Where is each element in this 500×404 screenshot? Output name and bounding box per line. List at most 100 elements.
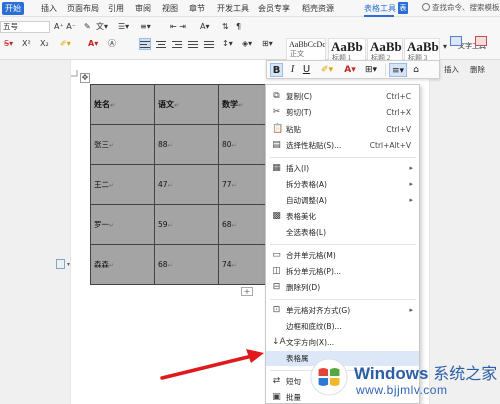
strikethrough-icon[interactable]: S̶▾ <box>4 39 13 49</box>
format-painter-icon[interactable]: ⌂ <box>410 63 422 77</box>
table-cell[interactable]: 47↵ <box>154 164 219 205</box>
delete-row-icon[interactable] <box>475 36 487 46</box>
highlight-icon[interactable]: ✐▾ <box>317 63 337 77</box>
table-cell[interactable]: 59↵ <box>154 204 219 245</box>
menu-item-merge-cells[interactable]: ▭ 合并单元格(M) <box>266 248 419 263</box>
border-icon[interactable]: ⊞▾ <box>262 39 273 49</box>
highlight-icon[interactable]: ✐▾ <box>60 39 71 49</box>
number-list-icon[interactable]: ≡▾ <box>140 22 151 32</box>
command-search[interactable]: 查找命令、搜索模板 <box>422 2 500 15</box>
menu-tab-view[interactable]: 视图 <box>162 3 178 15</box>
menu-tab-insert[interactable]: 插入 <box>41 3 57 15</box>
menu-tab-references[interactable]: 引用 <box>108 3 124 15</box>
menu-item-table-beautify[interactable]: ▩ 表格美化 <box>266 209 419 224</box>
menu-tab-start[interactable]: 开始 <box>2 2 24 15</box>
menu-tab-page-layout[interactable]: 页面布局 <box>67 3 99 15</box>
menu-item-autofit[interactable]: 自动调整(A) ▸ <box>266 193 419 208</box>
align-right-button[interactable] <box>172 39 182 49</box>
paragraph-layout-icon[interactable] <box>56 259 65 269</box>
chevron-down-icon[interactable]: ▾ <box>67 261 70 268</box>
add-row-button[interactable]: + <box>241 287 253 296</box>
menu-item-shortcut: Ctrl+C <box>386 92 411 101</box>
style-heading-3[interactable]: AaBbC 标题 3 <box>404 38 440 62</box>
menu-tab-docer[interactable]: 稻壳资源 <box>302 3 334 15</box>
char-border-icon[interactable]: Ⓐ <box>108 39 116 49</box>
menu-item-delete-column[interactable]: ⊟ 删除列(D) <box>266 280 419 295</box>
paragraph-mark: ↵ <box>109 142 115 149</box>
menu-tab-review[interactable]: 审阅 <box>135 3 151 15</box>
menu-item-cell-alignment[interactable]: ⊡ 单元格对齐方式(G) ▸ <box>266 303 419 318</box>
menu-item-text-direction[interactable]: ↓A 文字方向(X)... <box>266 335 419 350</box>
score-table[interactable]: 姓名↵ 语文↵ 数学↵ 张三↵ 88↵ 80↵ 王二↵ 47↵ 77↵ 罗一↵ … <box>90 84 283 285</box>
distribute-button[interactable] <box>204 39 214 49</box>
insert-button[interactable]: 插入 <box>444 64 459 75</box>
font-size-select[interactable]: 五号 <box>0 21 50 33</box>
menu-item-select-table[interactable]: 全选表格(L) <box>266 225 419 240</box>
indent-icons[interactable]: ⇤ ⇥ <box>170 22 186 32</box>
table-move-handle[interactable]: ✥ <box>80 73 90 83</box>
menu-item-label: 自动调整(A) <box>286 196 327 205</box>
underline-button[interactable]: U <box>301 63 312 77</box>
clear-format-icon[interactable]: ✎ <box>84 22 91 32</box>
font-color-icon[interactable]: A▾ <box>341 63 359 77</box>
justify-button[interactable] <box>188 39 198 49</box>
style-heading-2[interactable]: AaBb( 标题 2 <box>367 38 403 62</box>
line-spacing-icon[interactable]: ↕▾ <box>222 39 233 49</box>
menu-item-split-table[interactable]: 拆分表格(A) ▸ <box>266 177 419 192</box>
menu-item-insert[interactable]: ▦ 插入(I) ▸ <box>266 161 419 176</box>
paragraph-mark: ↵ <box>110 102 116 109</box>
border-icon[interactable]: ⊞▾ <box>362 63 380 77</box>
menu-item-borders-shading[interactable]: 边框和底纹(B)... <box>266 319 419 334</box>
align-center-button[interactable] <box>156 39 166 49</box>
paragraph-mark: ↵ <box>167 182 173 189</box>
menu-item-split-cells[interactable]: ◫ 拆分单元格(P)... <box>266 264 419 279</box>
superscript-icon[interactable]: X² <box>22 39 31 49</box>
insert-row-icon[interactable] <box>450 36 462 46</box>
menu-item-paste[interactable]: 📋 粘贴 Ctrl+V <box>266 122 419 137</box>
grow-font-icon[interactable]: A⁺ A⁻ <box>54 22 76 32</box>
delete-button[interactable]: 删除 <box>470 64 485 75</box>
table-cell[interactable]: 张三↵ <box>90 124 155 165</box>
menu-item-cut[interactable]: ✂ 剪切(T) Ctrl+X <box>266 105 419 120</box>
menu-item-paste-special[interactable]: ▤ 选择性粘贴(S)... Ctrl+Alt+V <box>266 138 419 153</box>
menu-tab-table-style[interactable]: 表 <box>398 2 408 14</box>
bold-button[interactable]: B <box>270 63 283 77</box>
cell-text: 59 <box>158 220 168 229</box>
menu-tab-table-tools[interactable]: 表格工具 <box>364 3 396 15</box>
menu-item-copy[interactable]: ⧉ 复制(C) Ctrl+C <box>266 89 419 104</box>
paragraph-mark: ↵ <box>109 182 115 189</box>
table-cell[interactable]: 88↵ <box>154 124 219 165</box>
site-watermark: Windows 系统之家 www.bjjmlv.com <box>300 352 500 404</box>
italic-button[interactable]: I <box>287 63 298 77</box>
bullet-list-icon[interactable]: ☰▾ <box>118 22 129 32</box>
chinese-layout-icon[interactable]: A▾ <box>200 22 210 32</box>
table-cell[interactable]: 68↵ <box>154 244 219 285</box>
cut-icon: ✂ <box>272 107 281 117</box>
split-cells-icon: ◫ <box>272 266 281 276</box>
paragraph-mark: ↵ <box>167 262 173 269</box>
shading-icon[interactable]: ◈▾ <box>242 39 252 49</box>
menu-tab-chapter[interactable]: 章节 <box>189 3 205 15</box>
menu-item-label: 复制(C) <box>286 92 313 101</box>
style-normal[interactable]: AaBbCcDd 正文 <box>286 38 326 62</box>
show-marks-icon[interactable]: ¶ <box>236 22 241 32</box>
cell-text: 森森 <box>94 260 109 269</box>
align-button[interactable]: ≡▾ <box>389 63 407 77</box>
phonetic-icon[interactable]: 文▾ <box>96 22 108 32</box>
table-cell[interactable]: 王二↵ <box>90 164 155 205</box>
subscript-icon[interactable]: X₂ <box>40 39 49 49</box>
table-cell[interactable]: 语文↵ <box>154 84 219 125</box>
table-cell[interactable]: 罗一↵ <box>90 204 155 245</box>
sort-icon[interactable]: ⇅ <box>222 22 229 32</box>
menu-tab-member[interactable]: 会员专享 <box>258 3 290 15</box>
table-cell[interactable]: 森森↵ <box>90 244 155 285</box>
menu-item-label: 批量 <box>286 393 301 402</box>
menu-item-label: 选择性粘贴(S)... <box>286 141 342 150</box>
style-gallery-more-icon[interactable]: ▾ <box>443 42 447 52</box>
menu-tab-developer[interactable]: 开发工具 <box>217 3 249 15</box>
table-cell[interactable]: 姓名↵ <box>90 84 155 125</box>
font-color-icon[interactable]: A▾ <box>88 39 98 49</box>
menu-item-label: 短句 <box>286 377 301 386</box>
align-left-button[interactable] <box>139 38 151 50</box>
style-heading-1[interactable]: AaBb 标题 1 <box>328 38 366 62</box>
